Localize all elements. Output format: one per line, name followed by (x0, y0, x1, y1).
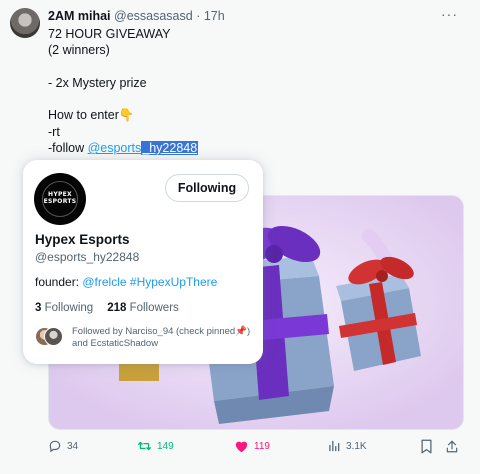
reply-button[interactable]: 34 (48, 436, 78, 456)
followed-by-text[interactable]: Followed by Narciso_94 (check pinned📌) a… (72, 326, 252, 350)
retweet-count: 149 (157, 440, 174, 452)
profile-handle[interactable]: @esports_hy22848 (35, 250, 139, 264)
bookmark-icon (421, 439, 432, 453)
hypex-logo: HYPEX ESPORTS (43, 191, 77, 205)
mention-link[interactable]: @esports (88, 141, 142, 155)
header-separator: · (196, 9, 201, 23)
views-count: 3.1K (346, 440, 367, 452)
tweet-line: 72 HOUR GIVEAWAY (48, 27, 171, 41)
reply-icon (49, 440, 61, 453)
author-name[interactable]: 2AM mihai (48, 9, 111, 23)
more-options-icon[interactable]: ··· (441, 6, 458, 22)
profile-stats: 3 Following 218 Followers (35, 302, 179, 314)
views-button[interactable]: 3.1K (327, 436, 367, 456)
retweet-button[interactable]: 149 (137, 436, 174, 456)
author-handle[interactable]: @essasasasd (114, 9, 193, 23)
tweet-time[interactable]: 17h (204, 9, 225, 23)
following-label: Following (41, 302, 94, 314)
tweet-line: -follow @esports_hy22848 (48, 140, 448, 156)
like-count: 119 (254, 440, 270, 452)
point-down-emoji: 👇 (118, 108, 135, 123)
followed-by-avatars (35, 327, 69, 346)
following-link[interactable]: 3 Following (35, 302, 93, 314)
follow-instruction: -follow (48, 141, 88, 156)
author-avatar[interactable] (10, 8, 40, 38)
tweet-line: (2 winners) (48, 43, 110, 58)
profile-bio: founder: @frelcle #HypexUpThere (35, 275, 217, 289)
hypex-avatar[interactable]: HYPEX ESPORTS (34, 173, 86, 225)
like-button[interactable]: 119 (234, 436, 270, 456)
views-icon (329, 440, 340, 452)
followers-label: Followers (126, 302, 179, 314)
share-button[interactable] (445, 436, 464, 456)
reply-count: 34 (67, 440, 79, 452)
mention-link-selected[interactable]: _hy22848 (141, 141, 199, 156)
retweet-icon (138, 441, 151, 451)
bio-text: founder: (35, 275, 83, 289)
tweet-line-text: How to enter (48, 108, 119, 123)
heart-icon (235, 441, 248, 453)
followers-count: 218 (107, 302, 127, 314)
share-icon (446, 440, 458, 452)
profile-name[interactable]: Hypex Esports (35, 232, 130, 247)
profile-hovercard: HYPEX ESPORTS Following Hypex Esports @e… (23, 160, 263, 364)
followers-link[interactable]: 218 Followers (107, 302, 179, 314)
tweet-line: - 2x Mystery prize (48, 75, 147, 90)
tweet-line: -rt (48, 124, 60, 139)
avatar (44, 327, 63, 346)
tweet-line: How to enter👇 (48, 107, 448, 123)
bio-hashtag-link[interactable]: #HypexUpThere (130, 275, 217, 289)
following-button[interactable]: Following (165, 174, 249, 202)
tweet-text: 72 HOUR GIVEAWAY (2 winners) - 2x Myster… (48, 26, 448, 156)
tweet-actions-bar: 34 149 119 3.1K (0, 436, 480, 456)
tweet-header: 2AM mihai @essasasasd · 17h (48, 9, 225, 23)
bio-mention-link[interactable]: @frelcle (82, 275, 126, 289)
bookmark-button[interactable] (420, 436, 438, 456)
